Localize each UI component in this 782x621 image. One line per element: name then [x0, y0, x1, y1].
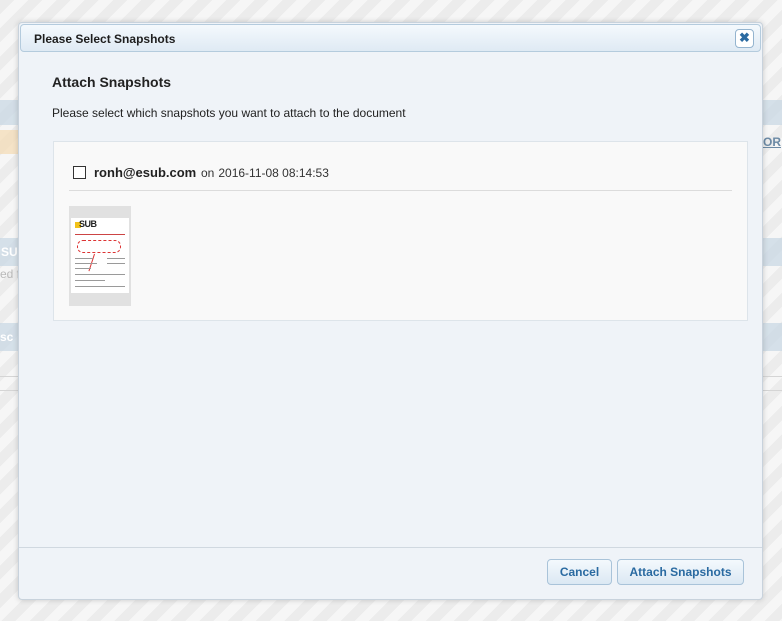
snapshot-date: 2016-11-08 08:14:53: [218, 166, 329, 180]
thumbnail-line: [75, 286, 125, 287]
select-snapshots-dialog: Please Select Snapshots ✖ Attach Snapsho…: [18, 22, 763, 600]
section-heading: Attach Snapshots: [52, 74, 172, 90]
thumbnail-rule: [75, 234, 125, 235]
background-label-left-1: SU: [1, 245, 18, 259]
thumbnail-logo-text: SUB: [79, 219, 97, 229]
background-band-orange: [0, 130, 18, 154]
cancel-button[interactable]: Cancel: [547, 559, 612, 585]
thumbnail-line: [107, 263, 125, 264]
thumbnail-line: [75, 280, 105, 281]
background-label-right: OR: [763, 135, 781, 149]
dialog-titlebar[interactable]: Please Select Snapshots ✖: [20, 24, 761, 52]
thumbnail-line: [75, 268, 91, 269]
dialog-title: Please Select Snapshots: [34, 32, 176, 46]
thumbnail-line: [75, 274, 125, 275]
thumbnail-markup: [77, 240, 121, 253]
snapshot-timestamp: on 2016-11-08 08:14:53: [201, 166, 329, 180]
thumbnail-line: [75, 258, 93, 259]
snapshot-thumbnail[interactable]: SUB: [69, 206, 131, 306]
background-label-left-3: sc: [0, 330, 14, 344]
thumbnail-line: [107, 258, 125, 259]
thumbnail-page: SUB: [71, 218, 129, 293]
snapshot-user: ronh@esub.com: [94, 165, 197, 180]
instructions-text: Please select which snapshots you want t…: [52, 106, 406, 120]
attach-snapshots-button[interactable]: Attach Snapshots: [617, 559, 744, 585]
snapshot-checkbox[interactable]: [73, 166, 86, 179]
snapshot-row: ronh@esub.com on 2016-11-08 08:14:53: [69, 164, 732, 191]
snapshot-list-panel: ronh@esub.com on 2016-11-08 08:14:53 SUB: [53, 141, 748, 321]
dialog-footer-divider: [19, 547, 762, 548]
thumbnail-line: [75, 263, 97, 264]
close-icon[interactable]: ✖: [735, 29, 754, 48]
snapshot-on-label: on: [201, 166, 215, 180]
